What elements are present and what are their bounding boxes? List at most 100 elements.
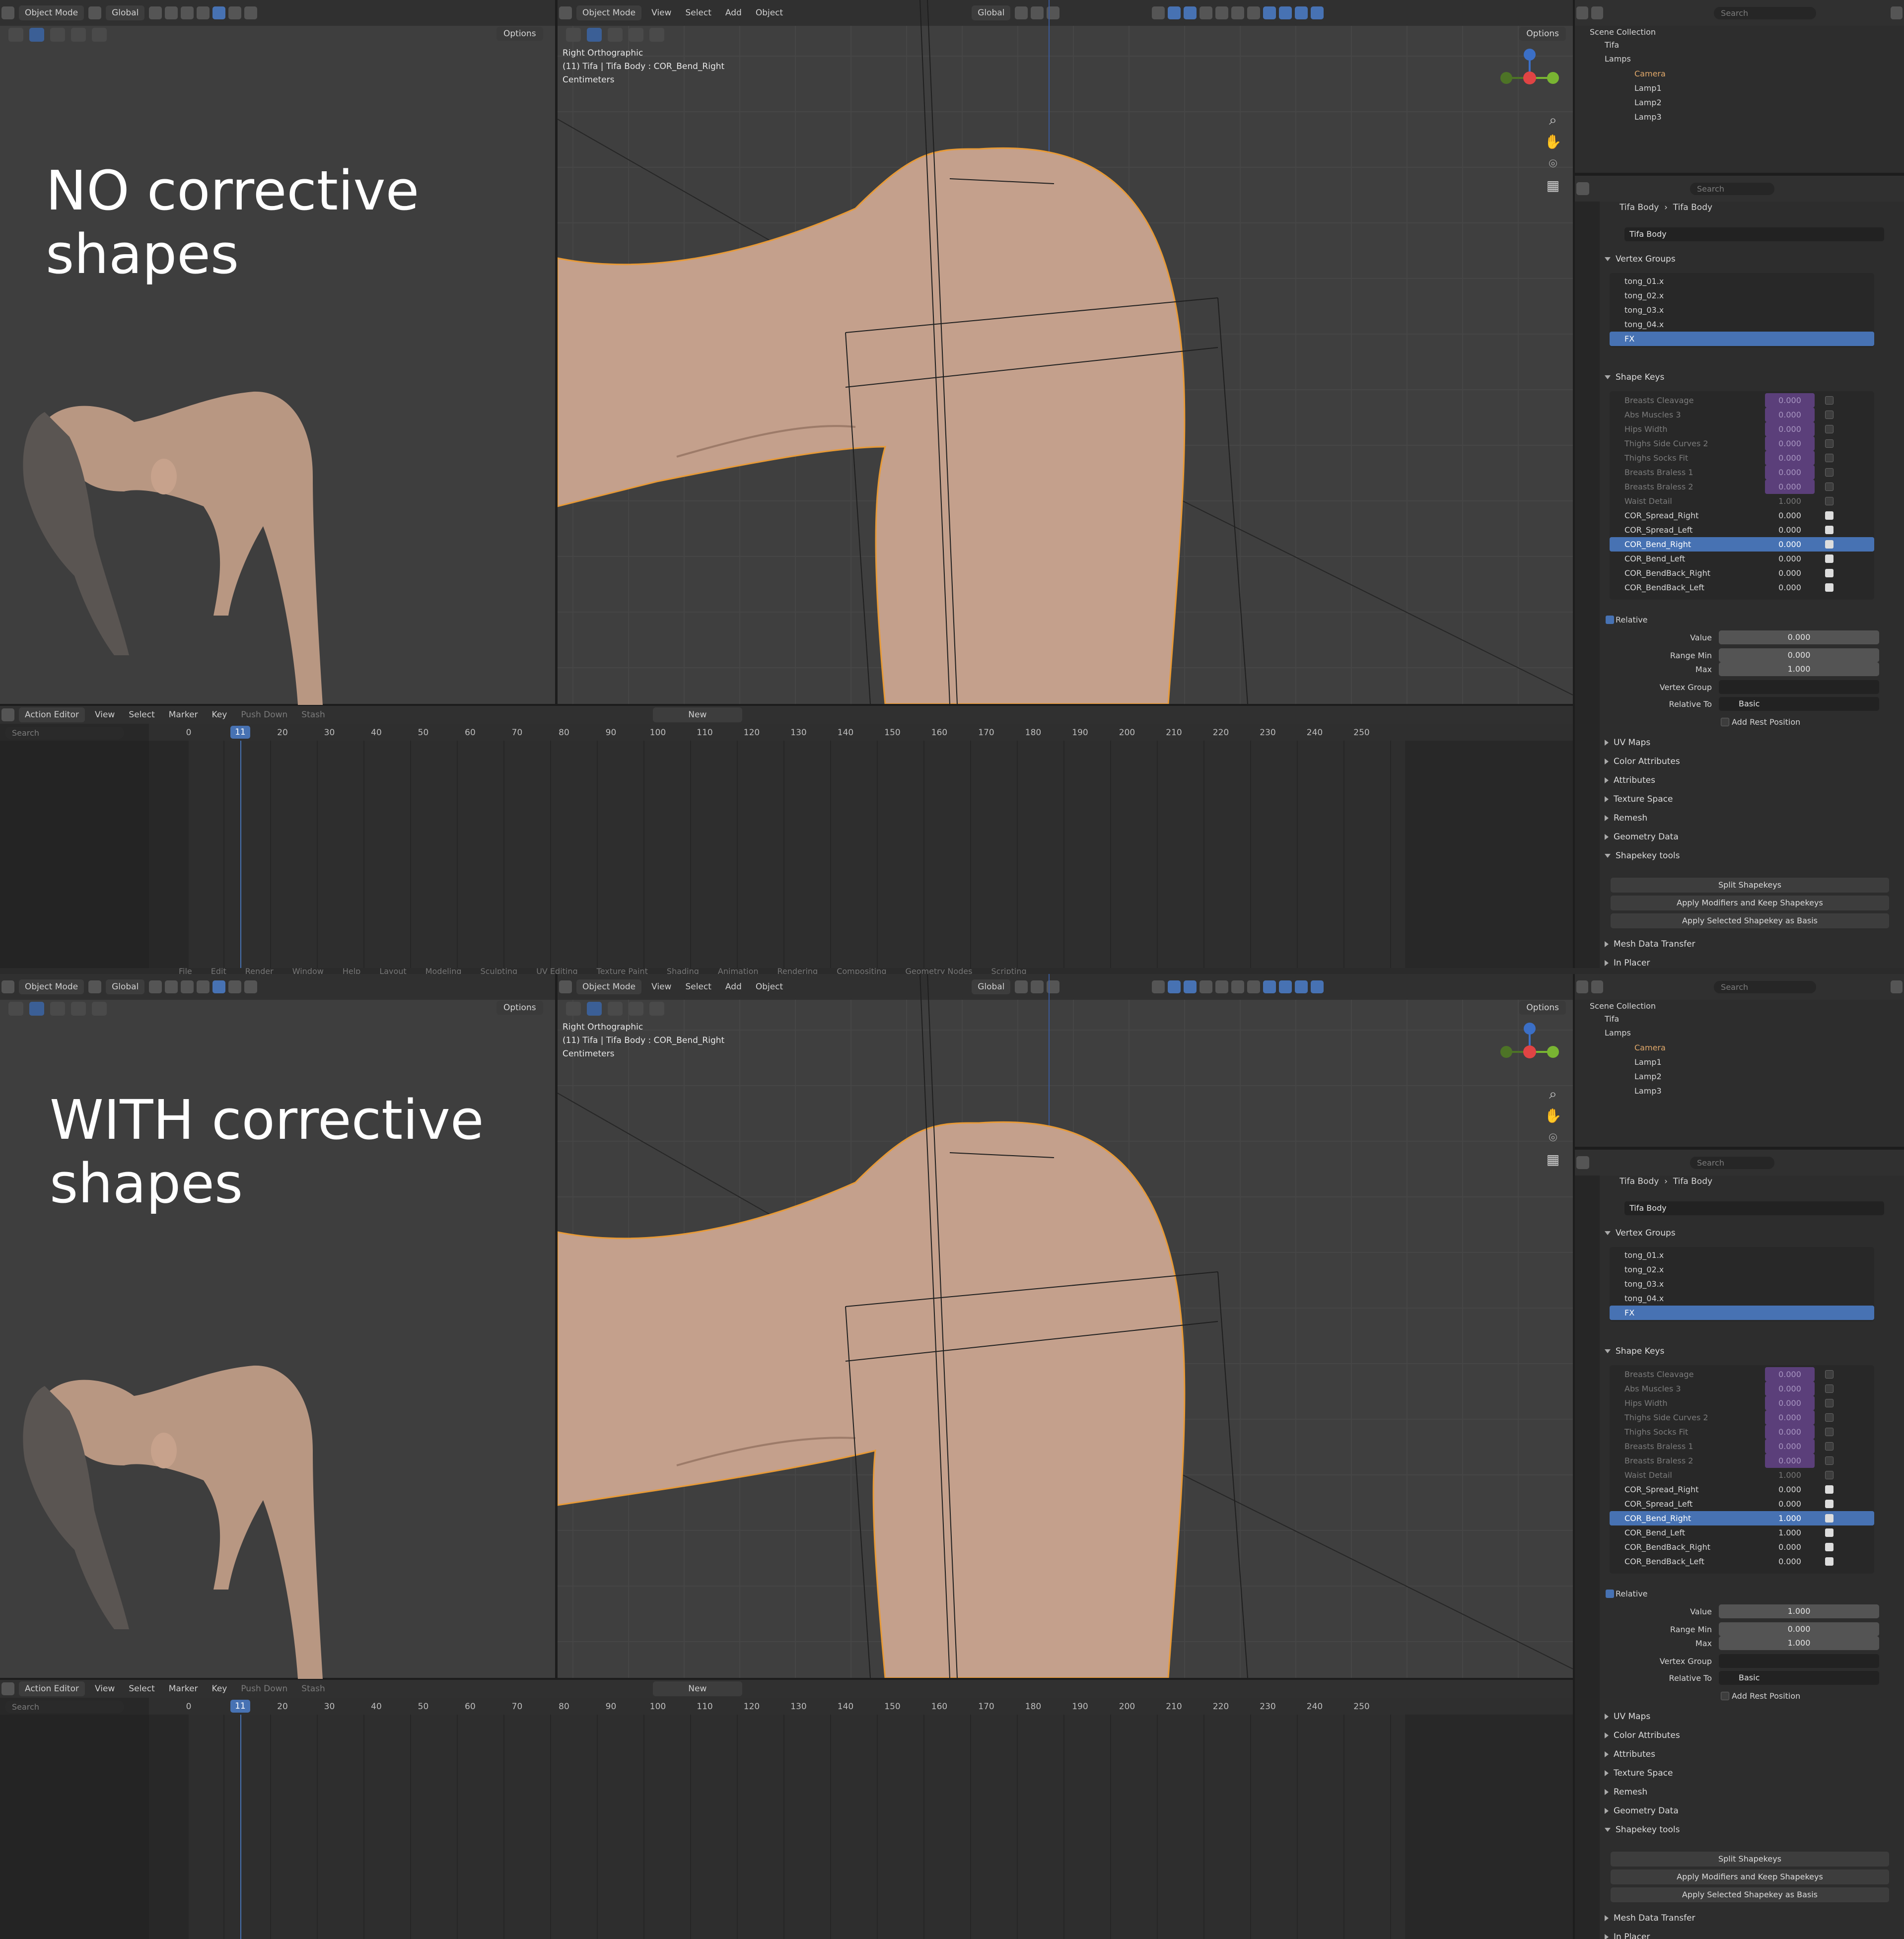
- shape-key-value[interactable]: 0.000: [1765, 1497, 1815, 1511]
- in-placer-section[interactable]: In Placer: [1605, 1932, 1650, 1939]
- pivot-icon[interactable]: [149, 980, 162, 993]
- shading-material-icon[interactable]: [244, 980, 258, 993]
- outliner-search[interactable]: Search: [1714, 980, 1816, 993]
- shape-key-value[interactable]: 0.000: [1765, 408, 1815, 422]
- pivot-icon[interactable]: [149, 6, 162, 19]
- push-down-button[interactable]: Push Down: [241, 710, 287, 720]
- shape-key-mute-checkbox[interactable]: [1825, 454, 1833, 462]
- shading-solid-icon[interactable]: [228, 6, 242, 19]
- new-action-button[interactable]: New: [652, 1681, 742, 1696]
- shape-key-value[interactable]: 0.000: [1765, 465, 1815, 480]
- outliner-search[interactable]: Search: [1714, 6, 1816, 19]
- select-tool-icon[interactable]: [8, 28, 23, 42]
- outliner-item-lamp2[interactable]: Lamp2: [1575, 95, 1904, 110]
- outliner-item-camera[interactable]: Camera: [1575, 67, 1904, 81]
- menu-view[interactable]: View: [95, 710, 115, 720]
- shape-key-value[interactable]: 0.000: [1765, 1454, 1815, 1468]
- outliner-item-tifa[interactable]: Tifa: [1575, 38, 1904, 52]
- shape-key-value[interactable]: 0.000: [1765, 580, 1815, 595]
- vertex-groups-section[interactable]: Vertex Groups: [1605, 254, 1676, 264]
- shape-key-mute-checkbox[interactable]: [1825, 583, 1833, 592]
- vertex-group-item[interactable]: tong_02.x: [1610, 288, 1874, 303]
- left-viewport[interactable]: Object Mode Global Options NO corrective…: [0, 0, 555, 705]
- outliner-item-lamps[interactable]: Lamps: [1575, 52, 1904, 66]
- shape-key-item[interactable]: Breasts Cleavage 0.000: [1610, 1367, 1874, 1382]
- display-mode-icon[interactable]: [1591, 980, 1604, 993]
- shape-keys-section[interactable]: Shape Keys: [1605, 372, 1664, 382]
- shape-key-value[interactable]: 0.000: [1765, 393, 1815, 408]
- shape-key-value[interactable]: 0.000: [1765, 537, 1815, 552]
- breadcrumb-object[interactable]: Tifa Body: [1620, 1177, 1659, 1186]
- shape-key-item[interactable]: Breasts Braless 2 0.000: [1610, 480, 1874, 494]
- attributes-section[interactable]: Attributes: [1605, 1749, 1655, 1759]
- remesh-section[interactable]: Remesh: [1605, 813, 1647, 823]
- shape-key-mute-checkbox[interactable]: [1825, 1471, 1833, 1479]
- shape-key-item[interactable]: COR_BendBack_Right 0.000: [1610, 566, 1874, 580]
- shape-key-value[interactable]: 0.000: [1765, 1439, 1815, 1454]
- range-min-field[interactable]: 0.000: [1719, 1622, 1879, 1636]
- shape-key-mute-checkbox[interactable]: [1825, 1385, 1833, 1393]
- select-extend-icon[interactable]: [50, 28, 65, 42]
- frame-ruler[interactable]: 0102030405060708090100110120130140150160…: [149, 1698, 1573, 1715]
- shape-key-mute-checkbox[interactable]: [1825, 1485, 1833, 1494]
- uv-maps-section[interactable]: UV Maps: [1605, 738, 1650, 748]
- shape-key-value[interactable]: 1.000: [1765, 1468, 1815, 1482]
- shape-key-value[interactable]: 0.000: [1765, 451, 1815, 465]
- shape-key-item[interactable]: Hips Width 0.000: [1610, 422, 1874, 436]
- shape-key-value[interactable]: 0.000: [1765, 1482, 1815, 1497]
- add-rest-position[interactable]: Add Rest Position: [1721, 1689, 1904, 1703]
- shape-key-item[interactable]: COR_Spread_Right 0.000: [1610, 1482, 1874, 1497]
- vertex-group-item-selected[interactable]: FX: [1610, 1306, 1874, 1320]
- shape-key-value[interactable]: 0.000: [1765, 422, 1815, 436]
- range-min-field[interactable]: 0.000: [1719, 648, 1879, 662]
- orientation-dropdown[interactable]: Global: [106, 5, 145, 20]
- new-action-button[interactable]: New: [652, 707, 742, 722]
- editor-mode-dropdown[interactable]: Action Editor: [19, 1681, 85, 1696]
- shape-key-mute-checkbox[interactable]: [1825, 569, 1833, 577]
- add-rest-position[interactable]: Add Rest Position: [1721, 715, 1904, 729]
- apply-shapekey-as-basis-button[interactable]: Apply Selected Shapekey as Basis: [1611, 913, 1889, 928]
- shape-key-mute-checkbox[interactable]: [1825, 511, 1833, 520]
- snap-icon[interactable]: [165, 980, 178, 993]
- max-field[interactable]: 1.000: [1719, 1636, 1879, 1650]
- shape-key-item[interactable]: Breasts Braless 1 0.000: [1610, 1439, 1874, 1454]
- mesh-data-transfer-section[interactable]: Mesh Data Transfer: [1605, 1913, 1695, 1923]
- split-shapekeys-button[interactable]: Split Shapekeys: [1611, 1852, 1889, 1867]
- editor-type-icon[interactable]: [1, 1682, 14, 1695]
- shape-key-mute-checkbox[interactable]: [1825, 1528, 1833, 1537]
- relative-checkbox[interactable]: [1606, 1590, 1614, 1598]
- editor-type-icon[interactable]: [1576, 6, 1589, 19]
- shape-key-value[interactable]: 0.000: [1765, 1554, 1815, 1569]
- shape-key-item[interactable]: Breasts Cleavage 0.000: [1610, 393, 1874, 408]
- apply-modifiers-keep-shapekeys-button[interactable]: Apply Modifiers and Keep Shapekeys: [1611, 1870, 1889, 1884]
- shape-key-item[interactable]: Thighs Side Curves 2 0.000: [1610, 1410, 1874, 1425]
- vertex-group-item[interactable]: tong_01.x: [1610, 274, 1874, 288]
- shape-key-item[interactable]: Waist Detail 1.000: [1610, 494, 1874, 508]
- playhead[interactable]: [240, 741, 241, 972]
- editor-type-icon[interactable]: [1, 980, 14, 993]
- editor-type-icon[interactable]: [1576, 1156, 1589, 1169]
- vertex-group-item-selected[interactable]: FX: [1610, 332, 1874, 346]
- apply-shapekey-as-basis-button[interactable]: Apply Selected Shapekey as Basis: [1611, 1887, 1889, 1902]
- shapekey-tools-section[interactable]: Shapekey tools: [1605, 1825, 1680, 1835]
- color-attributes-section[interactable]: Color Attributes: [1605, 1731, 1680, 1740]
- breadcrumb-mesh[interactable]: Tifa Body: [1673, 1177, 1712, 1186]
- timeline-search[interactable]: Search: [5, 1701, 124, 1713]
- shape-key-value[interactable]: 0.000: [1765, 1367, 1815, 1382]
- mesh-name-field[interactable]: Tifa Body: [1624, 227, 1884, 241]
- zoom-icon[interactable]: ⌕: [1542, 1083, 1564, 1105]
- editor-type-icon[interactable]: [1, 708, 14, 721]
- relative-to-field[interactable]: Basic: [1719, 697, 1879, 711]
- vertex-group-field[interactable]: [1719, 680, 1879, 694]
- shape-key-item[interactable]: Thighs Socks Fit 0.000: [1610, 1425, 1874, 1439]
- pan-icon[interactable]: ✋: [1542, 131, 1564, 153]
- menu-marker[interactable]: Marker: [169, 710, 198, 720]
- main-viewport[interactable]: Object Mode View Select Add Object Globa…: [558, 974, 1573, 1678]
- shape-key-item[interactable]: Breasts Braless 2 0.000: [1610, 1454, 1874, 1468]
- shape-key-value[interactable]: 1.000: [1765, 1511, 1815, 1525]
- geometry-data-section[interactable]: Geometry Data: [1605, 832, 1679, 842]
- properties-tab-bar[interactable]: [1575, 202, 1600, 972]
- properties-search[interactable]: Search: [1690, 182, 1774, 195]
- shape-key-item[interactable]: Waist Detail 1.000: [1610, 1468, 1874, 1482]
- menu-marker[interactable]: Marker: [169, 1684, 198, 1694]
